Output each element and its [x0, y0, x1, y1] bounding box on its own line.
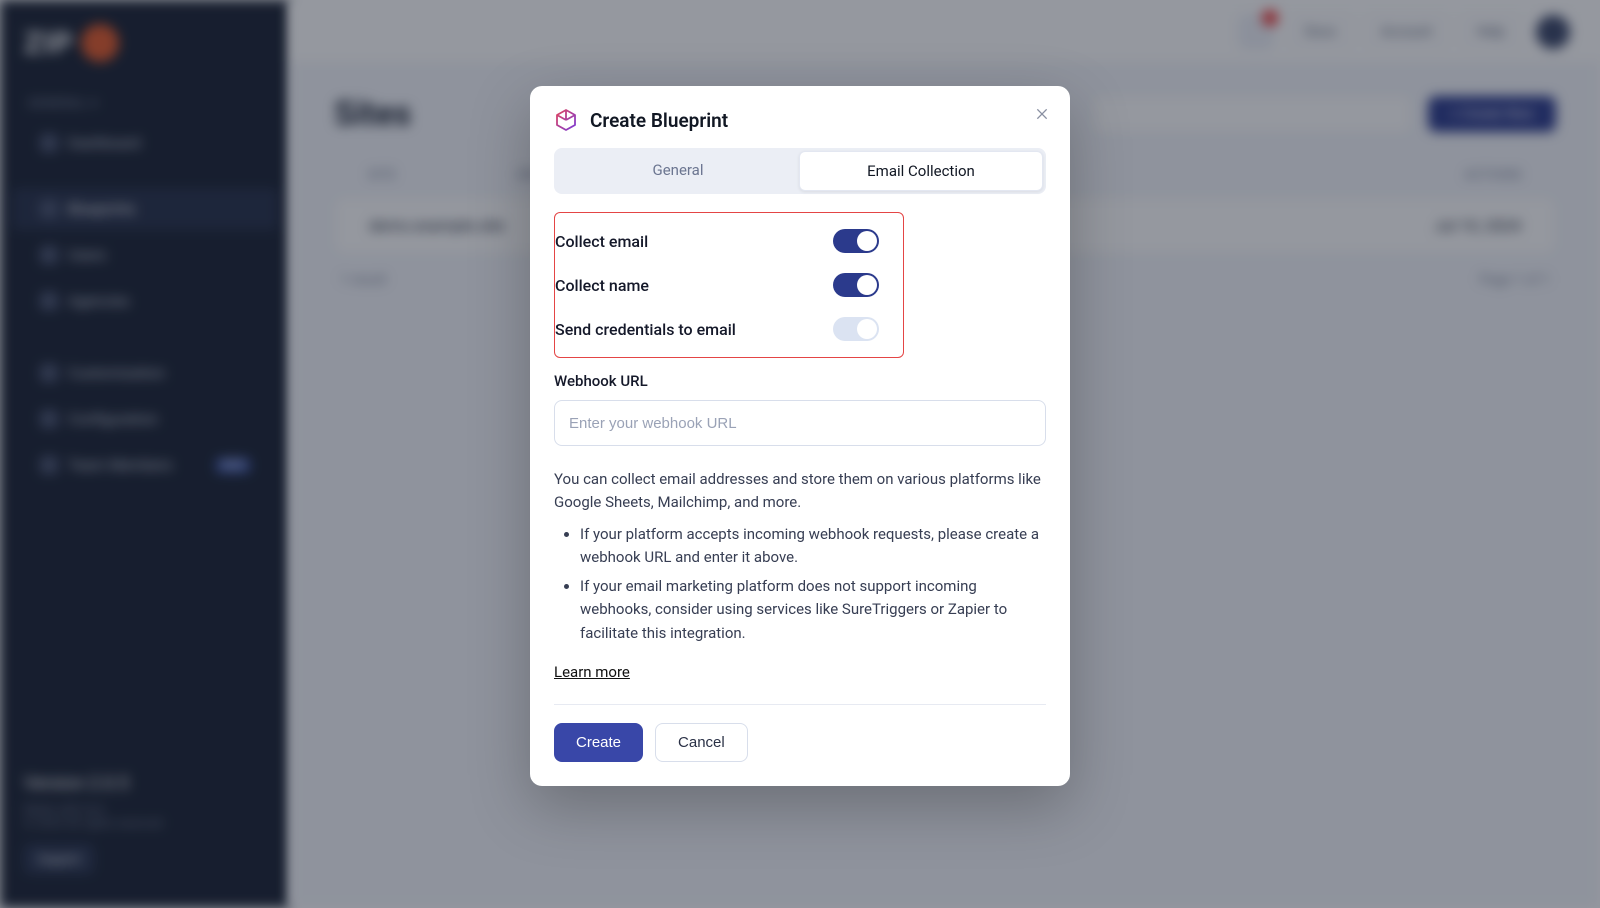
webhook-label: Webhook URL	[554, 372, 1046, 390]
highlighted-toggles: Collect email Collect name Send credenti…	[554, 212, 904, 358]
cube-icon	[554, 108, 578, 132]
toggle-row-send-credentials: Send credentials to email	[555, 307, 895, 351]
modal-title: Create Blueprint	[590, 109, 728, 132]
tab-email-collection[interactable]: Email Collection	[799, 151, 1043, 191]
toggle-row-collect-email: Collect email	[555, 219, 895, 263]
toggle-send-credentials[interactable]	[833, 317, 879, 341]
toggle-label: Send credentials to email	[555, 320, 736, 339]
tab-general[interactable]: General	[557, 151, 799, 191]
modal-tabs: General Email Collection	[554, 148, 1046, 194]
cancel-button[interactable]: Cancel	[655, 723, 748, 762]
help-text: You can collect email addresses and stor…	[554, 468, 1046, 684]
toggle-collect-name[interactable]	[833, 273, 879, 297]
create-button[interactable]: Create	[554, 723, 643, 762]
toggle-label: Collect name	[555, 276, 649, 295]
close-icon[interactable]	[1028, 100, 1056, 128]
divider	[554, 704, 1046, 705]
toggle-label: Collect email	[555, 232, 648, 251]
toggle-row-collect-name: Collect name	[555, 263, 895, 307]
learn-more-link[interactable]: Learn more	[554, 661, 630, 684]
toggle-collect-email[interactable]	[833, 229, 879, 253]
webhook-url-input[interactable]	[554, 400, 1046, 446]
create-blueprint-modal: Create Blueprint General Email Collectio…	[530, 86, 1070, 786]
modal-overlay: Create Blueprint General Email Collectio…	[0, 0, 1600, 908]
modal-actions: Create Cancel	[554, 723, 1046, 762]
